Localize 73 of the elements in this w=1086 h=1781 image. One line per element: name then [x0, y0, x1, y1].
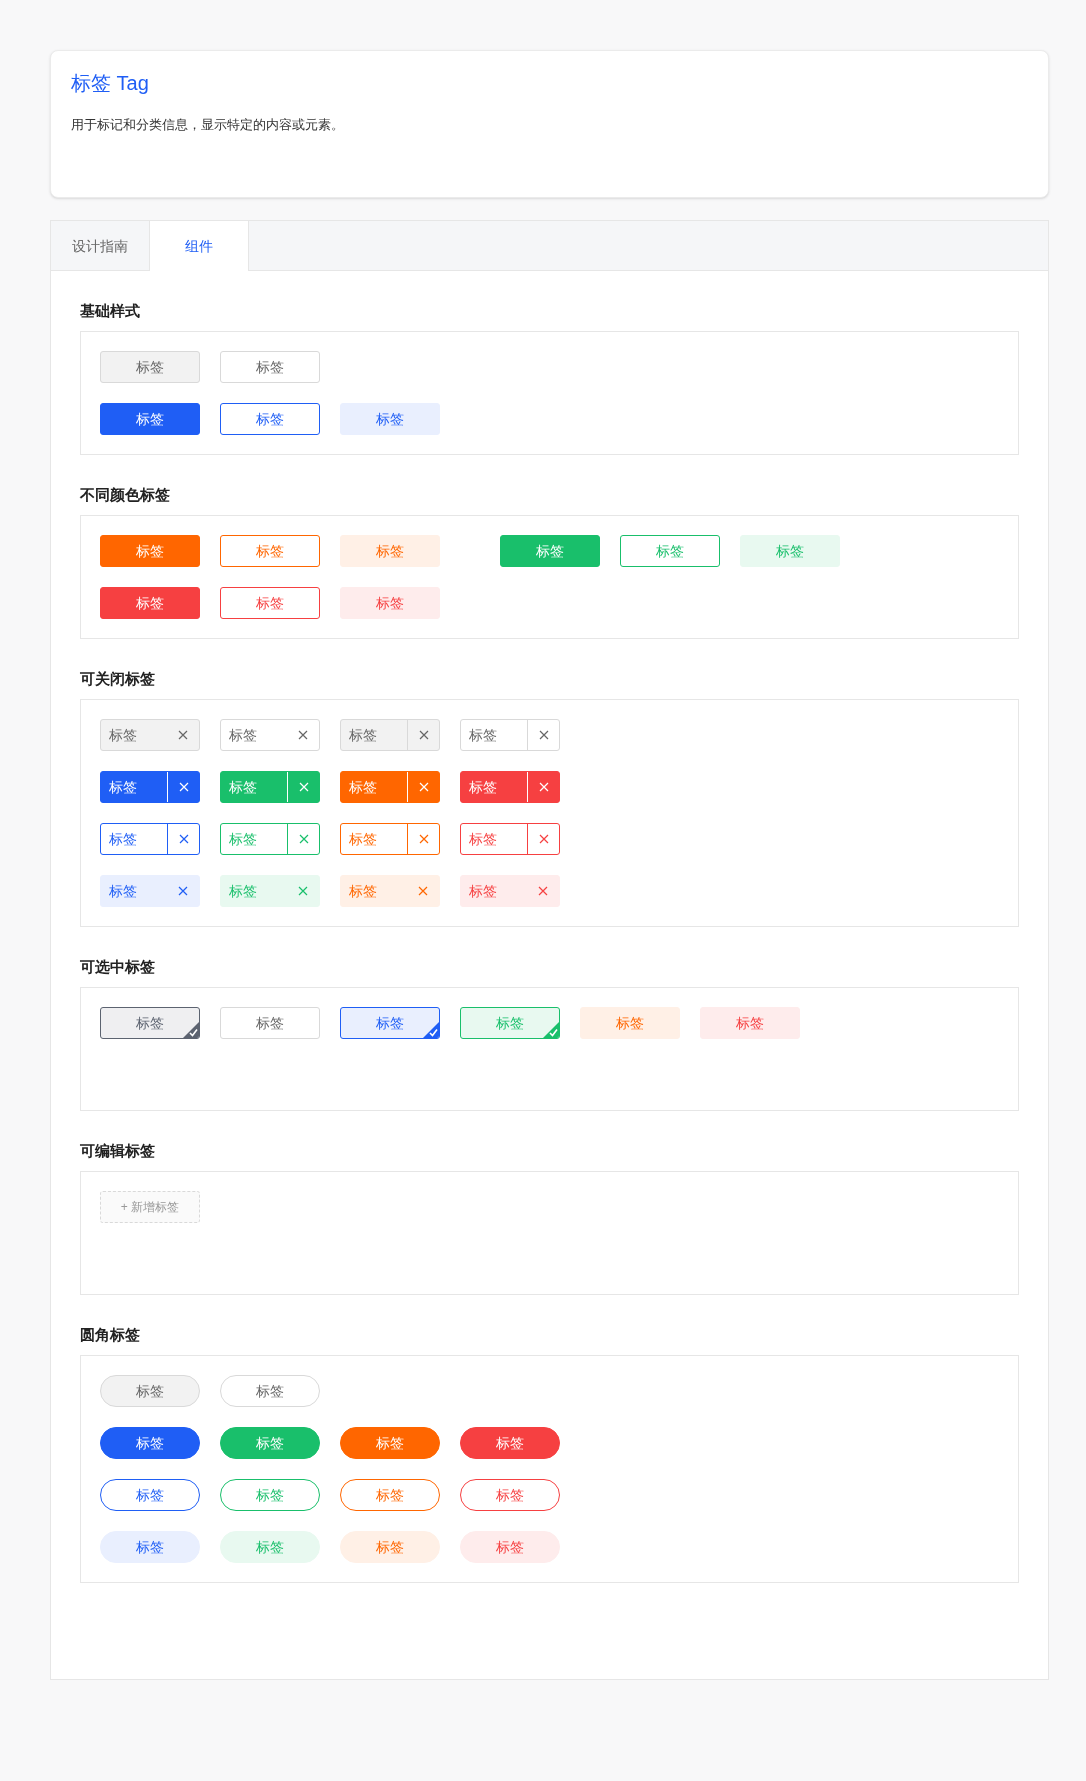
tag-label: 标签 [108, 778, 138, 797]
tag-label: 标签 [468, 726, 498, 745]
tag: 标签 [340, 535, 440, 567]
tag: 标签 [460, 1479, 560, 1511]
tag: 标签 [220, 1427, 320, 1459]
section-title: 可编辑标签 [80, 1141, 156, 1161]
tag[interactable]: 标签 [580, 1007, 680, 1039]
checkmark-icon [543, 1022, 559, 1038]
tag: 标签 [220, 351, 320, 383]
close-icon[interactable] [298, 730, 308, 740]
checkmark-icon [183, 1022, 199, 1038]
close-icon[interactable] [538, 886, 548, 896]
close-icon[interactable] [538, 834, 549, 844]
tag-label: 标签 [228, 882, 258, 901]
tag: 标签 [340, 403, 440, 435]
section-title: 基础样式 [80, 301, 141, 321]
tag: 标签 [340, 587, 440, 619]
tag: 标签 [340, 1531, 440, 1563]
section-title: 不同颜色标签 [80, 485, 171, 505]
close-icon[interactable] [418, 730, 429, 740]
tag-label: 标签 [108, 830, 138, 849]
tag-label: 标签 [228, 830, 258, 849]
tag: 标签 [220, 403, 320, 435]
tag: 标签 [500, 535, 600, 567]
tag-label: 标签 [348, 726, 378, 745]
tag-label: 标签 [348, 778, 378, 797]
close-icon[interactable] [178, 834, 189, 844]
tab[interactable]: 组件 [150, 221, 249, 271]
section-title: 圆角标签 [80, 1325, 141, 1345]
section-title: 可关闭标签 [80, 669, 156, 689]
close-icon[interactable] [298, 834, 309, 844]
tag: 标签 [220, 1479, 320, 1511]
tag: 标签 [220, 587, 320, 619]
tag: 标签 [100, 403, 200, 435]
tag: 标签 [220, 1531, 320, 1563]
close-icon[interactable] [538, 730, 549, 740]
tag-label: 标签 [468, 830, 498, 849]
tag[interactable]: 标签 [700, 1007, 800, 1039]
close-icon[interactable] [418, 886, 428, 896]
tag: 标签 [740, 535, 840, 567]
tag-label: 标签 [108, 726, 138, 745]
tag-label: 标签 [468, 882, 498, 901]
close-icon[interactable] [178, 730, 188, 740]
tag: 标签 [100, 1427, 200, 1459]
tag: 标签 [620, 535, 720, 567]
checkmark-icon [423, 1022, 439, 1038]
tag: 标签 [220, 1375, 320, 1407]
page-description: 用于标记和分类信息，显示特定的内容或元素。 [71, 116, 345, 134]
tag: 标签 [100, 1375, 200, 1407]
add-tag-button[interactable]: + 新增标签 [100, 1191, 200, 1223]
tag-label: 标签 [108, 882, 138, 901]
tag: 标签 [100, 1479, 200, 1511]
tag: 标签 [340, 1479, 440, 1511]
tag[interactable]: 标签 [100, 1007, 200, 1039]
tag: 标签 [460, 1531, 560, 1563]
tag[interactable]: 标签 [220, 1007, 320, 1039]
tag: 标签 [340, 1427, 440, 1459]
section-title: 可选中标签 [80, 957, 156, 977]
tag-label: 标签 [228, 778, 258, 797]
tag-label: 标签 [228, 726, 258, 745]
tag: 标签 [100, 351, 200, 383]
tag: 标签 [220, 535, 320, 567]
tag-label: 标签 [468, 778, 498, 797]
tag: 标签 [100, 535, 200, 567]
tag[interactable]: 标签 [340, 1007, 440, 1039]
page-title: 标签 Tag [71, 71, 150, 96]
tag: 标签 [460, 1427, 560, 1459]
tag: 标签 [100, 1531, 200, 1563]
tag: 标签 [100, 587, 200, 619]
tag-label: 标签 [348, 882, 378, 901]
close-icon[interactable] [418, 834, 429, 844]
tag-label: 标签 [348, 830, 378, 849]
close-icon[interactable] [178, 886, 188, 896]
